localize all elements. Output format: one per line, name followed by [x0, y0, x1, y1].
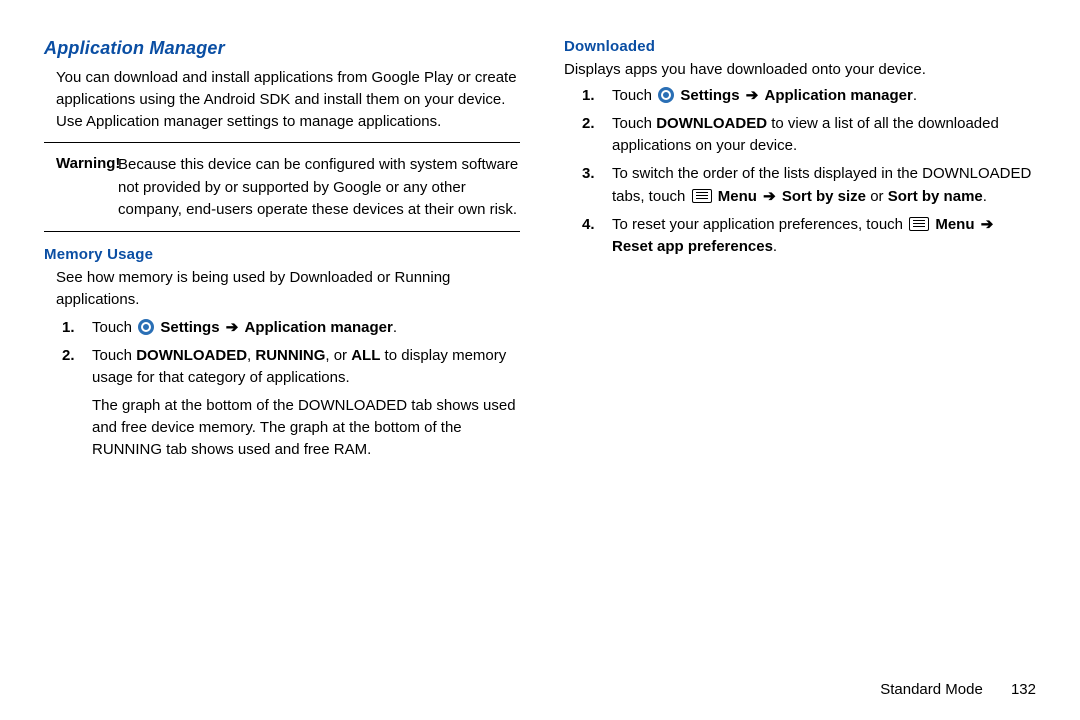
menu-label: Menu: [718, 188, 757, 205]
settings-label: Settings: [160, 319, 219, 336]
period: .: [393, 319, 397, 336]
heading-downloaded: Downloaded: [564, 38, 1040, 55]
step2-downloaded: DOWNLOADED: [656, 115, 767, 132]
left-column: Application Manager You can download and…: [44, 38, 520, 462]
menu-label: Menu: [935, 216, 974, 233]
step-text: Touch: [92, 319, 132, 336]
menu-icon: [692, 189, 712, 203]
arrow-icon: ➔: [226, 317, 239, 339]
sort-by-name: Sort by name: [888, 188, 983, 205]
step2-pre: Touch: [92, 347, 136, 364]
footer-mode: Standard Mode: [880, 681, 983, 698]
heading-memory-usage: Memory Usage: [44, 246, 520, 263]
downloaded-intro: Displays apps you have downloaded onto y…: [564, 59, 1040, 81]
memory-usage-intro: See how memory is being used by Download…: [44, 267, 520, 311]
graph-note: The graph at the bottom of the DOWNLOADE…: [44, 395, 520, 462]
step3-or: or: [866, 188, 888, 205]
app-manager-label: Application manager: [764, 87, 912, 104]
warning-box: Warning! Because this device can be conf…: [44, 142, 520, 232]
settings-label: Settings: [680, 87, 739, 104]
step2-downloaded: DOWNLOADED: [136, 347, 247, 364]
period: .: [773, 238, 777, 255]
warning-label: Warning!: [56, 155, 120, 172]
warning-body: Because this device can be configured wi…: [56, 154, 520, 221]
app-manager-intro: You can download and install application…: [44, 67, 520, 132]
downloaded-steps: Touch Settings ➔ Application manager. To…: [564, 85, 1040, 258]
arrow-icon: ➔: [746, 85, 759, 107]
memory-step-1: Touch Settings ➔ Application manager.: [62, 317, 520, 339]
arrow-icon: ➔: [763, 186, 776, 208]
downloaded-step-4: To reset your application preferences, t…: [582, 214, 1040, 258]
memory-step-2: Touch DOWNLOADED, RUNNING, or ALL to dis…: [62, 345, 520, 389]
downloaded-step-3: To switch the order of the lists display…: [582, 163, 1040, 207]
arrow-icon: ➔: [981, 214, 994, 236]
page-columns: Application Manager You can download and…: [0, 0, 1080, 462]
sort-by-size: Sort by size: [782, 188, 866, 205]
memory-steps: Touch Settings ➔ Application manager. To…: [44, 317, 520, 390]
step2-all: ALL: [351, 347, 380, 364]
footer-page-number: 132: [1011, 681, 1036, 698]
heading-application-manager: Application Manager: [44, 38, 520, 59]
menu-icon: [909, 217, 929, 231]
step2-running: RUNNING: [255, 347, 325, 364]
settings-icon: [658, 87, 674, 103]
downloaded-step-1: Touch Settings ➔ Application manager.: [582, 85, 1040, 107]
reset-app-prefs: Reset app preferences: [612, 238, 773, 255]
page-footer: Standard Mode 132: [880, 681, 1036, 698]
period: .: [983, 188, 987, 205]
step-text: Touch: [612, 87, 652, 104]
step2-pre: Touch: [612, 115, 656, 132]
step4-pre: To reset your application preferences, t…: [612, 216, 907, 233]
app-manager-label: Application manager: [244, 319, 392, 336]
step2-c2: , or: [325, 347, 351, 364]
period: .: [913, 87, 917, 104]
right-column: Downloaded Displays apps you have downlo…: [564, 38, 1040, 462]
settings-icon: [138, 319, 154, 335]
downloaded-step-2: Touch DOWNLOADED to view a list of all t…: [582, 113, 1040, 157]
